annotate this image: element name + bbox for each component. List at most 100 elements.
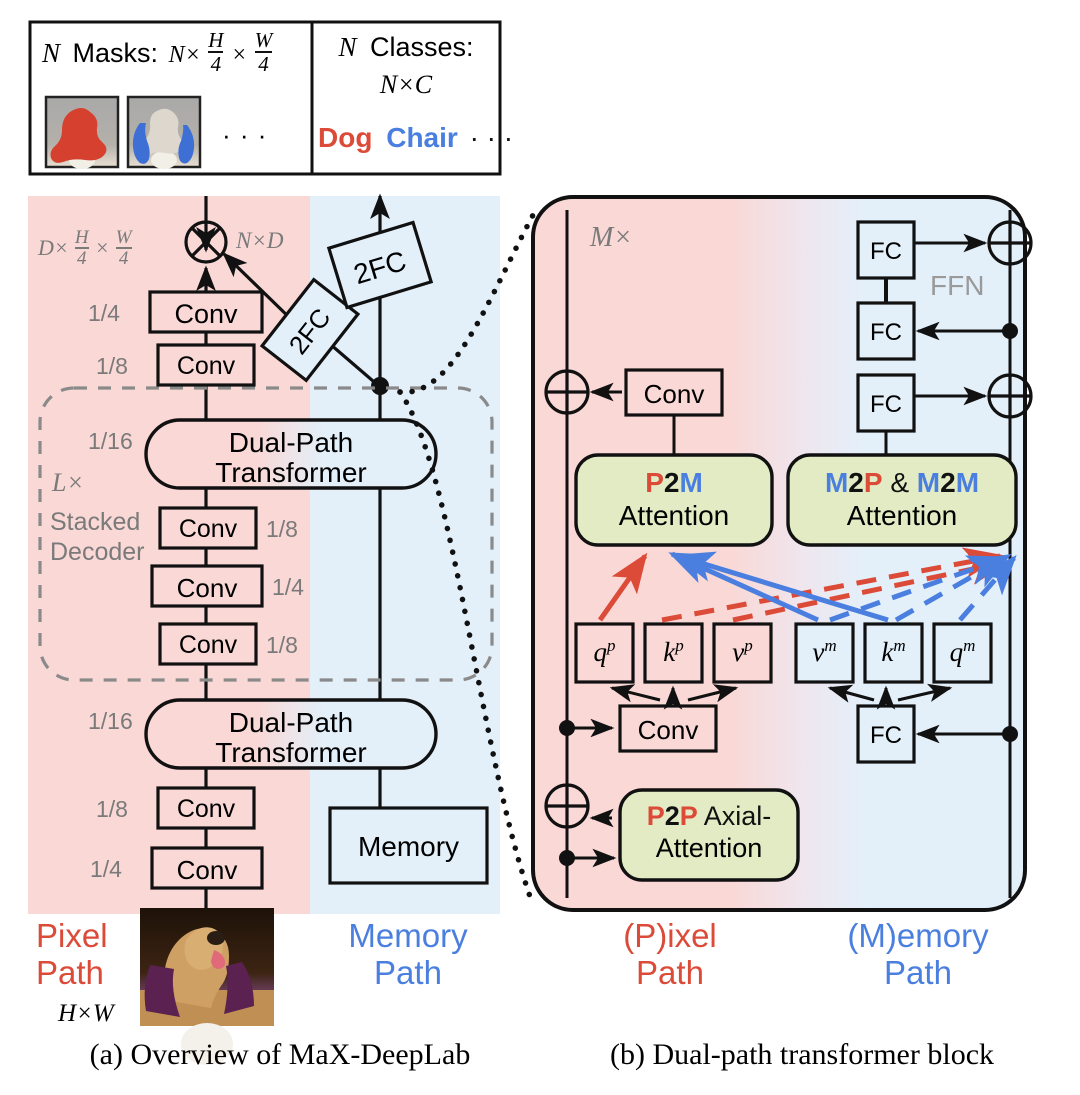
block-memory-rest: emory	[896, 917, 989, 954]
caption-b: (b) Dual-path transformer block	[609, 1038, 995, 1071]
qkv-kp-sup: p	[675, 636, 684, 655]
scale-conv-dec-1-8a: 1/8	[266, 516, 298, 542]
masks-title: N Masks: N× H 4 × W 4	[42, 28, 273, 78]
block-pixel-paren: (P)	[623, 917, 668, 954]
shape-n2: W	[115, 227, 132, 248]
m2p-m2m-attention-label: M2P & M2M Attention	[788, 466, 1016, 532]
m2p-line2: Attention	[846, 500, 958, 532]
fc-ffn-bottom-label: FC	[870, 319, 902, 346]
classes-ellipsis: · · ·	[469, 122, 514, 153]
qkv-qp-label: qp	[576, 636, 633, 668]
masks-frac1-den: 4	[210, 52, 222, 76]
block-memory-path-label: (M)emory Path	[808, 917, 1028, 992]
conv-dec-1-4-label: Conv	[176, 573, 238, 603]
qkv-km-base: k	[881, 637, 894, 667]
qkv-kp-base: k	[663, 637, 676, 667]
fc-qkv-proj-label: FC	[870, 722, 902, 749]
qkv-vm-base: v	[812, 637, 825, 667]
qkv-km-label: km	[865, 636, 922, 668]
output-shape-left: D× H 4 × W 4	[38, 228, 132, 270]
class-label-chair: Chair	[386, 122, 458, 153]
qkv-qp-sup: p	[607, 636, 616, 655]
m2p-token-2: P	[863, 467, 883, 498]
masks-frac2-den: 4	[258, 52, 269, 76]
p2m-token-1: 2	[663, 467, 680, 498]
scale-conv-top-1-4: 1/4	[88, 300, 120, 326]
stacked-decoder-line2: Decoder	[50, 538, 145, 566]
pixel-path-line1: Pixel	[36, 917, 108, 954]
block-memory-paren: (M)	[847, 917, 897, 954]
transformer-lower-label: Dual-Path Transformer	[146, 707, 436, 769]
qkv-vp-base: v	[732, 637, 745, 667]
transformer-upper-line2: Transformer	[215, 457, 367, 489]
qkv-vp-sup: p	[744, 636, 753, 655]
block-memory-line1: (M)emory	[808, 917, 1028, 955]
m2p-token-3: &	[882, 467, 917, 498]
p2m-attention-label: P2M Attention	[576, 466, 772, 532]
scale-conv-dec-1-8b: 1/8	[266, 632, 298, 658]
scale-conv-bot-1-4: 1/4	[90, 856, 122, 882]
conv-top-1-8-label: Conv	[176, 352, 236, 380]
conv-top-1-4-label: Conv	[174, 299, 238, 329]
stacked-decoder-repeat: L×	[52, 468, 85, 497]
mul-out-label: N×D	[236, 228, 284, 253]
fc-ffn-top-label: FC	[870, 238, 902, 265]
classes-shape: N×C	[379, 70, 433, 99]
conv-bot-1-8-label: Conv	[176, 795, 236, 823]
memory-path-line2: Path	[374, 953, 442, 991]
qkv-vp-label: vp	[714, 636, 771, 668]
shape-mid: ×	[94, 234, 110, 260]
memory-box-label: Memory	[357, 831, 460, 862]
block-pixel-path-label: (P)ixel Path	[570, 917, 770, 992]
ffn-label: FFN	[930, 270, 985, 301]
fc-2fc-class-label: 2FC	[350, 244, 410, 291]
conv-attn-out-label: Conv	[643, 379, 705, 409]
pixel-path-label: Pixel Path	[36, 917, 108, 992]
qkv-qm-base: q	[949, 637, 964, 667]
m2p-token-6: M	[955, 467, 980, 498]
transformer-upper-line1: Dual-Path	[228, 427, 354, 458]
stacked-decoder-line1: Stacked	[50, 508, 141, 536]
shape-d1: 4	[76, 248, 87, 269]
p2p-line2: Attention	[655, 832, 763, 863]
transformer-upper-label: Dual-Path Transformer	[146, 427, 436, 489]
memory-path-label: Memory Path	[318, 917, 498, 992]
class-label-dog: Dog	[318, 122, 373, 153]
block-repeat-label: M×	[590, 222, 633, 253]
input-shape-label: H×W	[58, 1000, 114, 1027]
masks-ellipsis: · · ·	[222, 120, 268, 150]
fc-attn-out-label: FC	[870, 391, 902, 418]
p2p-axial-attention-label: P2P Axial- Attention	[620, 801, 798, 865]
block-pixel-line2: Path	[636, 953, 704, 991]
scale-conv-top-1-8: 1/8	[96, 353, 128, 379]
fc-2fc-mask-label: 2FC	[282, 302, 337, 360]
classes-title-n: N	[338, 32, 357, 62]
pixel-path-line2: Path	[36, 953, 104, 991]
masks-frac2-num: W	[254, 28, 273, 52]
p2p-token-2: P	[679, 801, 698, 831]
shape-d2: 4	[118, 248, 129, 269]
p2m-token-0: P	[645, 467, 664, 498]
conv-qkv-proj-label: Conv	[637, 715, 699, 745]
p2m-token-2: M	[679, 467, 703, 498]
classes-title: N Classes:	[330, 32, 482, 63]
memory-path-line1: Memory	[348, 917, 468, 954]
p2m-tokens: P2M	[576, 466, 772, 499]
qkv-kp-label: kp	[645, 636, 702, 668]
transformer-lower-line2: Transformer	[215, 737, 367, 769]
classes-labels: Dog Chair · · ·	[318, 122, 513, 154]
transformer-lower-line1: Dual-Path	[228, 707, 354, 738]
m2p-tokens: M2P & M2M	[788, 466, 1016, 499]
masks-frac1-num: H	[208, 28, 224, 52]
masks-shape-prefix: N×	[168, 42, 201, 69]
p2p-token-0: P	[646, 801, 665, 831]
scale-conv-dec-1-4: 1/4	[272, 574, 304, 600]
shape-n1: H	[74, 227, 89, 248]
m2p-token-0: M	[824, 467, 849, 498]
masks-title-text: Masks:	[72, 38, 159, 69]
p2p-token-1: 2	[664, 801, 680, 831]
qkv-vm-sup: m	[824, 636, 837, 655]
conv-dec-1-8a-label: Conv	[178, 515, 238, 543]
figure-root: N Masks: N× H 4 × W 4 · · · N Classes: N…	[0, 0, 1080, 1095]
block-pixel-line1: (P)ixel	[570, 917, 770, 955]
